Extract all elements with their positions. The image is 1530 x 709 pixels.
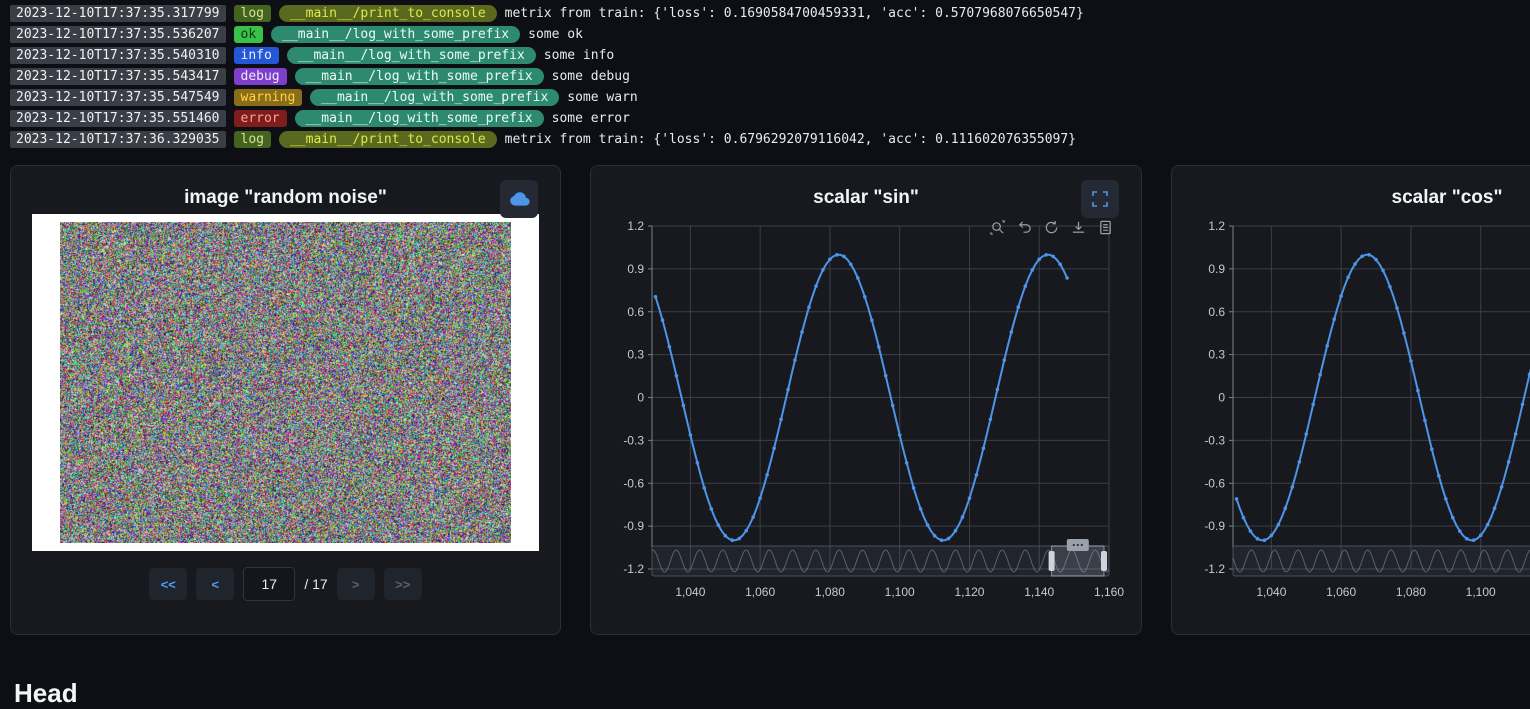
log-timestamp: 2023-12-10T17:37:35.547549: [10, 89, 226, 106]
log-logger-pill: __main__/log_with_some_prefix: [295, 68, 544, 85]
cards-row: image "random noise" << < / 17 > >> scal…: [0, 165, 1530, 635]
log-level-badge: log: [234, 5, 271, 22]
log-entry: 2023-12-10T17:37:35.540310 info __main__/l…: [10, 47, 1520, 64]
svg-text:1,160: 1,160: [1094, 585, 1124, 599]
log-timestamp: 2023-12-10T17:37:35.317799: [10, 5, 226, 22]
svg-text:0.3: 0.3: [1208, 348, 1225, 362]
svg-text:0.3: 0.3: [627, 348, 644, 362]
sin-chart-title: scalar "sin": [591, 166, 1141, 209]
log-timestamp: 2023-12-10T17:37:35.536207: [10, 26, 226, 43]
restore-icon[interactable]: [1044, 220, 1059, 235]
data-view-icon[interactable]: [1098, 220, 1113, 235]
noise-image: [60, 222, 511, 543]
cos-chart-area: 1.2 0.9 0.6 0.3 0 -0.3 -0.6 -0.9 -1.2 1,040 1,060 1…: [1172, 212, 1530, 604]
svg-text:1,040: 1,040: [1256, 585, 1286, 599]
sin-chart-card: scalar "sin" 1.2 0.9 0.6 0.3 0 -0.3 -0.6 -0.9 -1…: [590, 165, 1142, 635]
log-logger-pill: __main__/log_with_some_prefix: [287, 47, 536, 64]
svg-text:1,080: 1,080: [1396, 585, 1426, 599]
svg-text:0.9: 0.9: [627, 262, 644, 276]
log-level-badge: ok: [234, 26, 264, 43]
svg-text:1,080: 1,080: [815, 585, 845, 599]
log-console: 2023-12-10T17:37:35.317799 log __main__/pr…: [0, 0, 1530, 160]
svg-text:0: 0: [637, 391, 644, 405]
svg-text:0: 0: [1218, 391, 1225, 405]
svg-text:-0.6: -0.6: [623, 476, 644, 490]
cloud-upload-button[interactable]: [500, 180, 538, 218]
svg-text:1,040: 1,040: [675, 585, 705, 599]
svg-text:1,060: 1,060: [1326, 585, 1356, 599]
pagination: << < / 17 > >>: [11, 567, 560, 601]
expand-icon: [1092, 191, 1108, 207]
log-message: some info: [544, 47, 614, 64]
svg-text:-1.2: -1.2: [1204, 562, 1225, 576]
page-total-label: / 17: [304, 576, 327, 592]
svg-text:1.2: 1.2: [627, 219, 644, 233]
datazoom-track[interactable]: [652, 546, 1109, 576]
image-card-title: image "random noise": [11, 166, 560, 209]
section-heading: Head: [14, 678, 78, 709]
next-page-button[interactable]: >: [337, 568, 375, 600]
svg-text:-0.9: -0.9: [623, 519, 644, 533]
log-message: some debug: [552, 68, 630, 85]
prev-page-button[interactable]: <: [196, 568, 234, 600]
cos-chart-title: scalar "cos": [1172, 166, 1530, 209]
svg-text:1,120: 1,120: [954, 585, 984, 599]
log-level-badge: log: [234, 131, 271, 148]
svg-text:1,100: 1,100: [885, 585, 915, 599]
svg-text:1,060: 1,060: [745, 585, 775, 599]
log-level-badge: debug: [234, 68, 287, 85]
save-image-icon[interactable]: [1071, 220, 1086, 235]
log-entry: 2023-12-10T17:37:35.551460 error __main__/…: [10, 110, 1520, 127]
log-level-badge: warning: [234, 89, 303, 106]
log-message: metrix from train: {'loss': 0.1690584700…: [505, 5, 1084, 22]
log-timestamp: 2023-12-10T17:37:35.551460: [10, 110, 226, 127]
log-logger-pill: __main__/log_with_some_prefix: [295, 110, 544, 127]
sin-chart-plot[interactable]: 1.2 0.9 0.6 0.3 0 -0.3 -0.6 -0.9 -1.2 1,040 1,060 1…: [597, 212, 1132, 604]
log-timestamp: 2023-12-10T17:37:35.543417: [10, 68, 226, 85]
page-input[interactable]: [243, 567, 295, 601]
log-message: metrix from train: {'loss': 0.6796292079…: [505, 131, 1076, 148]
svg-text:1,100: 1,100: [1466, 585, 1496, 599]
svg-text:-0.3: -0.3: [623, 433, 644, 447]
svg-text:1.2: 1.2: [1208, 219, 1225, 233]
log-timestamp: 2023-12-10T17:37:36.329035: [10, 131, 226, 148]
svg-text:0.9: 0.9: [1208, 262, 1225, 276]
log-message: some ok: [528, 26, 583, 43]
cos-chart-plot[interactable]: 1.2 0.9 0.6 0.3 0 -0.3 -0.6 -0.9 -1.2 1,040 1,060 1…: [1178, 212, 1530, 604]
datazoom-handle[interactable]: [1101, 551, 1107, 571]
log-entry: 2023-12-10T17:37:36.329035 log __main__/pr…: [10, 131, 1520, 148]
log-timestamp: 2023-12-10T17:37:35.540310: [10, 47, 226, 64]
log-message: some warn: [567, 89, 637, 106]
log-logger-pill: __main__/print_to_console: [279, 5, 497, 22]
datazoom-handle[interactable]: [1049, 551, 1055, 571]
log-logger-pill: __main__/print_to_console: [279, 131, 497, 148]
image-frame: [32, 214, 539, 551]
svg-text:-0.6: -0.6: [1204, 476, 1225, 490]
svg-text:-0.3: -0.3: [1204, 433, 1225, 447]
log-entry: 2023-12-10T17:37:35.547549 warning __main_…: [10, 89, 1520, 106]
zoom-select-icon[interactable]: [990, 220, 1005, 235]
svg-text:-0.9: -0.9: [1204, 519, 1225, 533]
cos-chart-card: scalar "cos" 1.2 0.9 0.6 0.3 0 -0.3 -0.6 -0.9 -1…: [1171, 165, 1530, 635]
sin-chart-area: 1.2 0.9 0.6 0.3 0 -0.3 -0.6 -0.9 -1.2 1,040 1,060 1…: [591, 212, 1141, 604]
svg-text:0.6: 0.6: [627, 305, 644, 319]
chart-toolbox: [990, 220, 1113, 235]
log-level-badge: error: [234, 110, 287, 127]
first-page-button[interactable]: <<: [149, 568, 187, 600]
log-level-badge: info: [234, 47, 279, 64]
svg-text:0.6: 0.6: [1208, 305, 1225, 319]
zoom-reset-icon[interactable]: [1017, 220, 1032, 235]
log-logger-pill: __main__/log_with_some_prefix: [271, 26, 520, 43]
image-card: image "random noise" << < / 17 > >>: [10, 165, 561, 635]
log-entry: 2023-12-10T17:37:35.543417 debug __main__/…: [10, 68, 1520, 85]
log-entry: 2023-12-10T17:37:35.317799 log __main__/pr…: [10, 5, 1520, 22]
svg-text:-1.2: -1.2: [623, 562, 644, 576]
log-logger-pill: __main__/log_with_some_prefix: [310, 89, 559, 106]
svg-text:1,140: 1,140: [1024, 585, 1054, 599]
log-message: some error: [552, 110, 630, 127]
last-page-button[interactable]: >>: [384, 568, 422, 600]
cloud-icon: [509, 191, 530, 207]
log-entry: 2023-12-10T17:37:35.536207 ok __main__/log…: [10, 26, 1520, 43]
